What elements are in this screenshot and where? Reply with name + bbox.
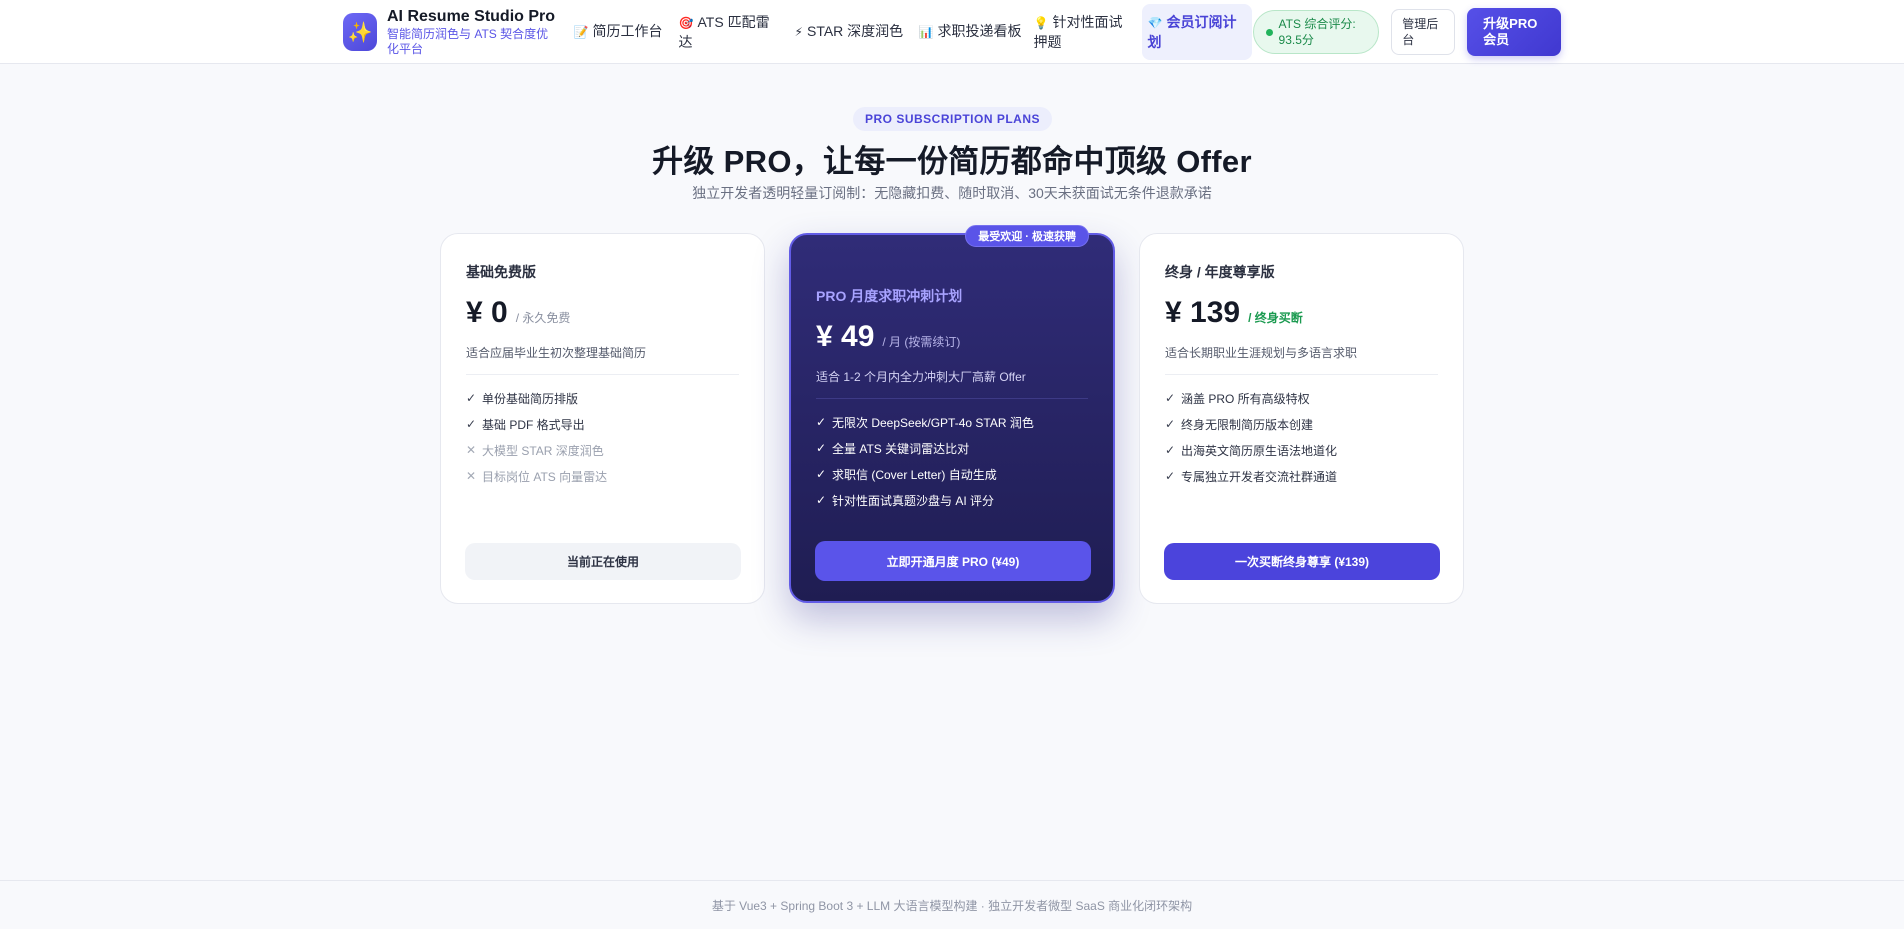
nav-label: 📝 简历工作台 bbox=[573, 23, 663, 39]
plan-name: 基础免费版 bbox=[466, 264, 536, 280]
target-icon: 🎯 bbox=[678, 15, 694, 30]
memo-icon: 📝 bbox=[573, 25, 589, 39]
plan-description: 适合 1-2 个月内全力冲刺大厂高薪 Offer bbox=[816, 368, 1088, 399]
status-dot-icon bbox=[1265, 28, 1273, 36]
plan-price: ¥ 0 bbox=[466, 296, 508, 329]
feature-item: ✓ 出海英文简历原生语法地道化 bbox=[1165, 443, 1338, 458]
nav-membership-plans[interactable]: 💎 会员订阅计划 bbox=[1141, 4, 1252, 60]
plan-card-pro-monthly: 最受欢迎 · 极速获聘 PRO 月度求职冲刺计划 ¥ 49 / 月 (按需续订)… bbox=[789, 225, 1115, 603]
feature-item-disabled: ✕ 大模型 STAR 深度润色 bbox=[466, 443, 604, 458]
feature-item: ✓ 无限次 DeepSeek/GPT-4o STAR 润色 bbox=[816, 415, 1034, 430]
gem-icon: 💎 bbox=[1147, 15, 1163, 30]
plan-name: 终身 / 年度尊享版 bbox=[1165, 264, 1275, 280]
feature-item: ✓ 单份基础简历排版 bbox=[466, 391, 579, 406]
cross-icon: ✕ bbox=[466, 443, 477, 457]
popular-ribbon: 最受欢迎 · 极速获聘 bbox=[965, 225, 1089, 247]
nav-label: 💡 针对性面试押题 bbox=[1033, 13, 1123, 50]
plan-period: / 永久免费 bbox=[515, 311, 571, 325]
nav-star-polish[interactable]: ⚡ STAR 深度润色 bbox=[789, 4, 913, 60]
chart-icon: 📊 bbox=[918, 25, 934, 39]
check-icon: ✓ bbox=[1165, 469, 1176, 483]
plan-card-lifetime: 终身 / 年度尊享版 ¥ 139 / 终身买断 适合长期职业生涯规划与多语言求职… bbox=[1139, 233, 1464, 604]
nav-label: 🎯 ATS 匹配雷达 bbox=[678, 13, 770, 50]
feature-item: ✓ 涵盖 PRO 所有高级特权 bbox=[1165, 391, 1310, 406]
lightbulb-icon: 💡 bbox=[1033, 15, 1049, 30]
plan-description: 适合应届毕业生初次整理基础简历 bbox=[466, 344, 739, 375]
nav-label: ⚡ STAR 深度润色 bbox=[794, 23, 904, 39]
feature-item: ✓ 专属独立开发者交流社群通道 bbox=[1165, 469, 1338, 484]
sparkles-icon[interactable]: ✨ bbox=[343, 13, 377, 51]
check-icon: ✓ bbox=[1165, 417, 1176, 431]
check-icon: ✓ bbox=[816, 415, 827, 429]
main-nav: 📝 简历工作台 🎯 ATS 匹配雷达 ⚡ STAR 深度润色 📊 求职投递看板 💡 针对性… bbox=[568, 4, 1252, 60]
check-icon: ✓ bbox=[1165, 391, 1176, 405]
ats-score-label: ATS 综合评分: 93.5分 bbox=[1278, 17, 1356, 47]
page-footer: 基于 Vue3 + Spring Boot 3 + LLM 大语言模型构建 · … bbox=[0, 880, 1904, 929]
nav-label: 📊 求职投递看板 bbox=[918, 23, 1022, 39]
header-inner: ✨ AI Resume Studio Pro 智能简历润色与 ATS 契合度优化… bbox=[343, 0, 1561, 64]
nav-label: 💎 会员订阅计划 bbox=[1147, 13, 1237, 50]
brand-subtitle: 智能简历润色与 ATS 契合度优化平台 bbox=[387, 27, 549, 56]
feature-list: ✓ 无限次 DeepSeek/GPT-4o STAR 润色 ✓ 全量 ATS 关键词… bbox=[816, 409, 1088, 513]
price-row: ¥ 139 / 终身买断 bbox=[1165, 296, 1438, 330]
plan-period: / 月 (按需续订) bbox=[882, 335, 961, 349]
check-icon: ✓ bbox=[816, 467, 827, 481]
nav-job-board[interactable]: 📊 求职投递看板 bbox=[913, 4, 1028, 60]
ats-score-badge: ATS 综合评分: 93.5分 bbox=[1252, 10, 1380, 54]
plan-price: ¥ 49 bbox=[816, 320, 875, 353]
feature-item: ✓ 终身无限制简历版本创建 bbox=[1165, 417, 1314, 432]
nav-interview-prep[interactable]: 💡 针对性面试押题 bbox=[1028, 4, 1142, 60]
check-icon: ✓ bbox=[466, 417, 477, 431]
nav-resume-workbench[interactable]: 📝 简历工作台 bbox=[568, 4, 673, 60]
feature-item: ✓ 针对性面试真题沙盘与 AI 评分 bbox=[816, 493, 995, 508]
price-row: ¥ 0 / 永久免费 bbox=[466, 296, 739, 330]
check-icon: ✓ bbox=[816, 441, 827, 455]
feature-item: ✓ 全量 ATS 关键词雷达比对 bbox=[816, 441, 970, 456]
subscribe-monthly-button[interactable]: 立即开通月度 PRO (¥49) bbox=[815, 541, 1091, 581]
footer-text: 基于 Vue3 + Spring Boot 3 + LLM 大语言模型构建 · … bbox=[711, 899, 1193, 913]
check-icon: ✓ bbox=[816, 493, 827, 507]
top-header: ✨ AI Resume Studio Pro 智能简历润色与 ATS 契合度优化… bbox=[0, 0, 1904, 64]
plan-price: ¥ 139 bbox=[1165, 296, 1241, 329]
hero-tag: PRO SUBSCRIPTION PLANS bbox=[853, 107, 1052, 131]
plan-description: 适合长期职业生涯规划与多语言求职 bbox=[1165, 344, 1438, 375]
feature-list: ✓ 单份基础简历排版 ✓ 基础 PDF 格式导出 ✕ 大模型 STAR 深度润色 ✕ 目… bbox=[466, 385, 739, 489]
plan-card-free: 基础免费版 ¥ 0 / 永久免费 适合应届毕业生初次整理基础简历 ✓ 单份基础简历… bbox=[440, 233, 765, 604]
feature-list: ✓ 涵盖 PRO 所有高级特权 ✓ 终身无限制简历版本创建 ✓ 出海英文简历原生语法地… bbox=[1165, 385, 1438, 489]
price-row: ¥ 49 / 月 (按需续订) bbox=[816, 320, 1088, 354]
check-icon: ✓ bbox=[1165, 443, 1176, 457]
buy-lifetime-button[interactable]: 一次买断终身尊享 (¥139) bbox=[1164, 543, 1440, 580]
upgrade-pro-button[interactable]: 升级PRO会员 bbox=[1467, 8, 1561, 56]
cross-icon: ✕ bbox=[466, 469, 477, 483]
plan-period: / 终身买断 bbox=[1248, 311, 1303, 325]
feature-item: ✓ 基础 PDF 格式导出 bbox=[466, 417, 585, 432]
current-plan-button[interactable]: 当前正在使用 bbox=[465, 543, 741, 580]
check-icon: ✓ bbox=[466, 391, 477, 405]
lightning-icon: ⚡ bbox=[794, 25, 803, 39]
admin-button[interactable]: 管理后台 bbox=[1391, 9, 1456, 55]
page-title: 升级 PRO，让每一份简历都命中顶级 Offer bbox=[652, 144, 1252, 179]
nav-ats-radar[interactable]: 🎯 ATS 匹配雷达 bbox=[673, 4, 789, 60]
page-subtitle: 独立开发者透明轻量订阅制：无隐藏扣费、随时取消、30天未获面试无条件退款承诺 bbox=[692, 185, 1212, 201]
feature-item: ✓ 求职信 (Cover Letter) 自动生成 bbox=[816, 467, 997, 482]
brand-block[interactable]: AI Resume Studio Pro 智能简历润色与 ATS 契合度优化平台 bbox=[387, 7, 557, 57]
feature-item-disabled: ✕ 目标岗位 ATS 向量雷达 bbox=[466, 469, 608, 484]
brand-title: AI Resume Studio Pro bbox=[387, 8, 556, 25]
plan-name: PRO 月度求职冲刺计划 bbox=[816, 288, 963, 304]
